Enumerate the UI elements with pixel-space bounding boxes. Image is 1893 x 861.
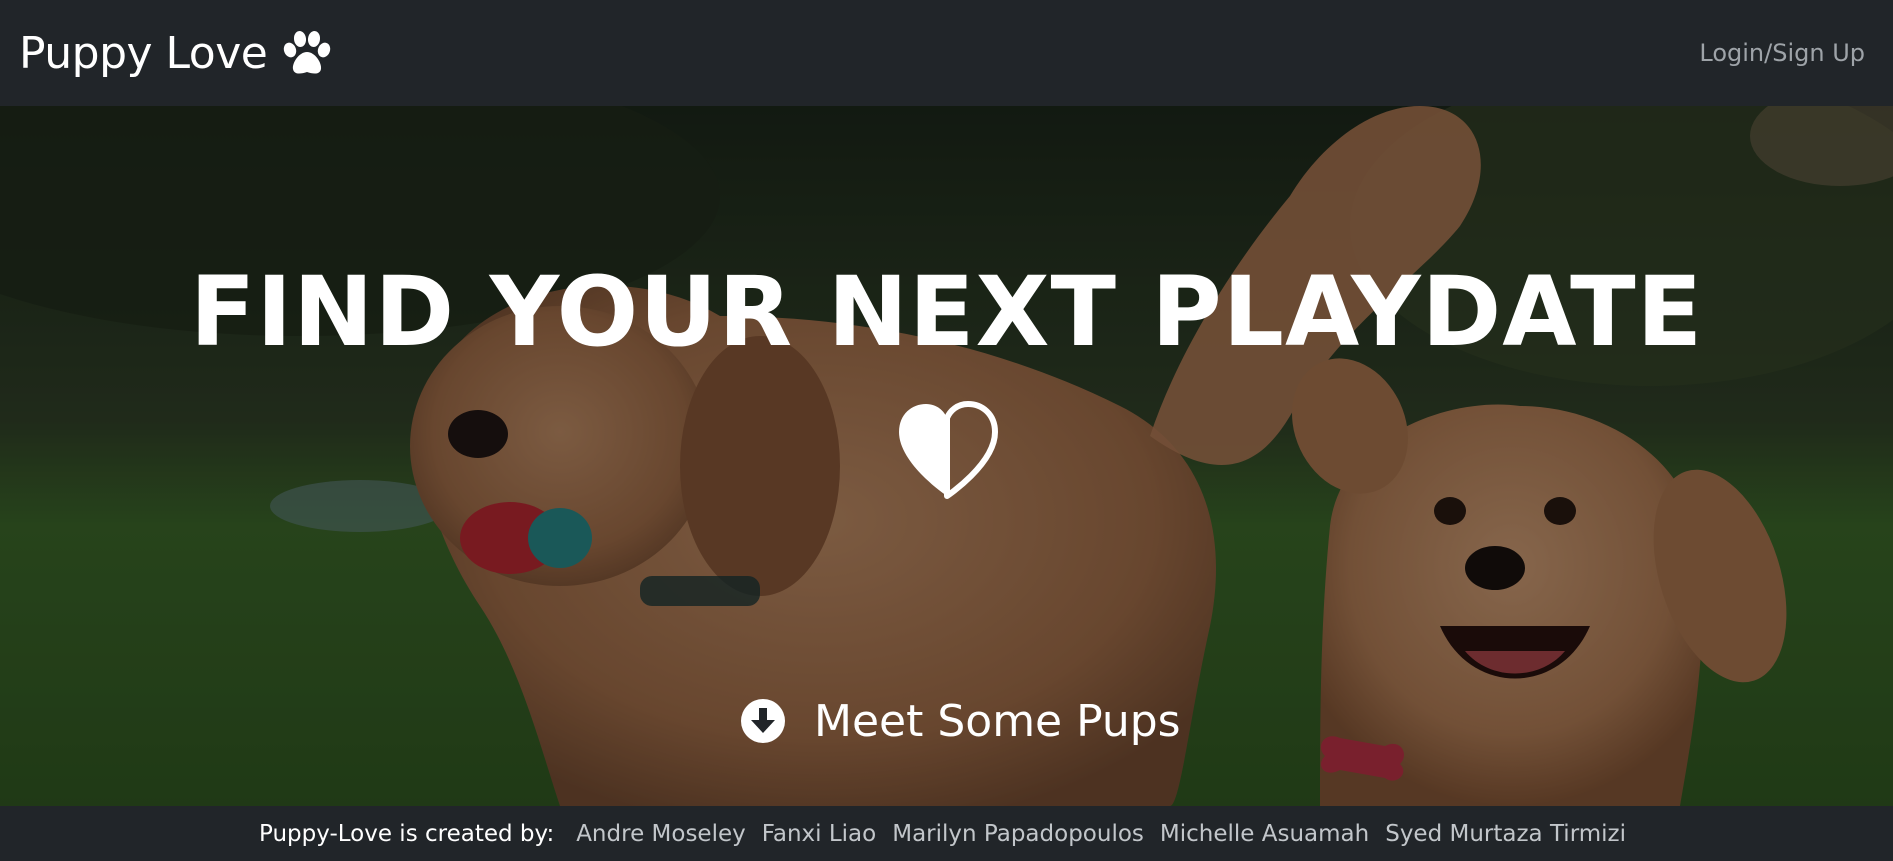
meet-some-pups-button[interactable]: Meet Some Pups	[740, 691, 1181, 751]
creator-link[interactable]: Fanxi Liao	[762, 821, 876, 847]
navbar: Puppy Love Login/Sign Up	[0, 0, 1893, 106]
footer: Puppy-Love is created by: Andre Moseley …	[0, 806, 1893, 861]
creator-link[interactable]: Michelle Asuamah	[1160, 821, 1369, 847]
hero-title: FIND YOUR NEXT PLAYDATE	[189, 256, 1704, 368]
creator-link[interactable]: Syed Murtaza Tirmizi	[1385, 821, 1626, 847]
brand-link[interactable]: Puppy Love	[19, 28, 333, 79]
footer-credit-label: Puppy-Love is created by:	[259, 820, 555, 847]
creator-link[interactable]: Marilyn Papadopoulos	[892, 821, 1144, 847]
paw-icon	[281, 30, 333, 76]
login-signup-link[interactable]: Login/Sign Up	[1699, 39, 1865, 67]
creator-link[interactable]: Andre Moseley	[576, 821, 746, 847]
brand-title: Puppy Love	[19, 27, 268, 79]
hero-section: FIND YOUR NEXT PLAYDATE Meet Some Pups	[0, 106, 1893, 806]
meet-some-pups-label: Meet Some Pups	[814, 695, 1181, 747]
half-heart-icon	[893, 398, 1001, 502]
arrow-down-circle-icon	[740, 698, 786, 744]
